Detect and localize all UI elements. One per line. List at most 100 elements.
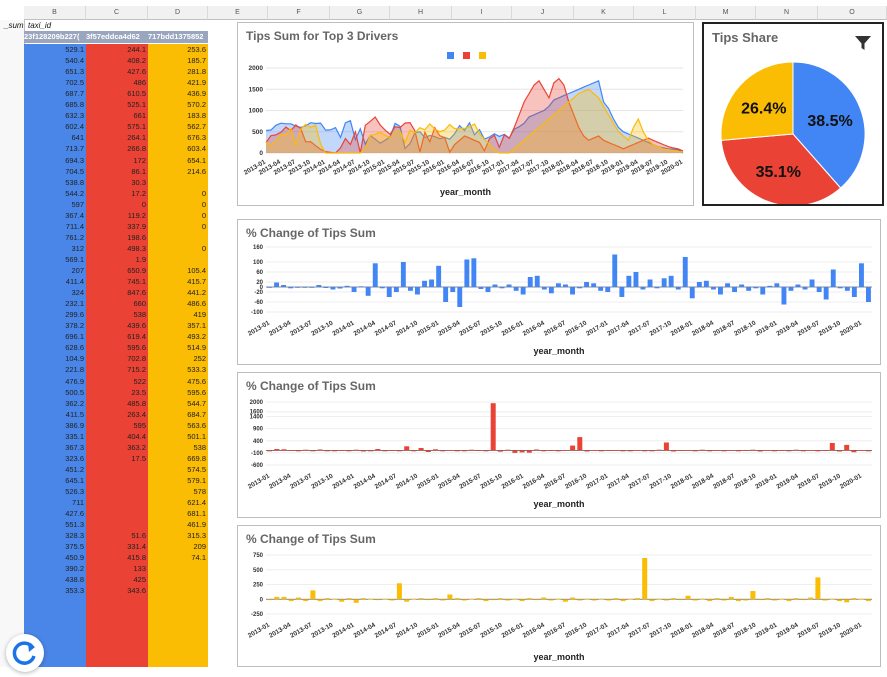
table-cell[interactable]: 570.2 <box>148 99 206 110</box>
column-letter-O[interactable]: O <box>818 6 887 20</box>
table-cell[interactable]: 198.6 <box>86 232 146 243</box>
table-cell[interactable]: 595 <box>86 420 146 431</box>
table-cell[interactable]: 266.8 <box>86 143 146 154</box>
table-cell[interactable]: 0 <box>148 199 206 210</box>
table-cell[interactable]: 221.8 <box>24 364 84 375</box>
table-cell[interactable]: 578 <box>148 486 206 497</box>
table-cell[interactable]: 681.1 <box>148 508 206 519</box>
table-cell[interactable] <box>86 464 146 475</box>
table-cell[interactable]: 264.1 <box>86 132 146 143</box>
table-cell[interactable]: 0 <box>148 221 206 232</box>
table-cell[interactable]: 847.6 <box>86 287 146 298</box>
column-letter-C[interactable]: C <box>86 6 148 20</box>
table-cell[interactable] <box>148 232 206 243</box>
column-letter-K[interactable]: K <box>574 6 634 20</box>
table-cell[interactable]: 415.7 <box>148 276 206 287</box>
table-cell[interactable]: 562.7 <box>148 121 206 132</box>
table-cell[interactable]: 367.4 <box>24 210 84 221</box>
table-cell[interactable]: 439.6 <box>86 320 146 331</box>
table-cell[interactable] <box>86 497 146 508</box>
table-cell[interactable]: 1.9 <box>86 254 146 265</box>
table-cell[interactable]: 450.9 <box>24 552 84 563</box>
table-cell[interactable]: 711.4 <box>24 221 84 232</box>
table-cell[interactable]: 641 <box>24 132 84 143</box>
table-cell[interactable]: 451.2 <box>24 464 84 475</box>
table-cell[interactable]: 408.2 <box>86 55 146 66</box>
table-cell[interactable]: 595.6 <box>86 342 146 353</box>
column-letter-L[interactable]: L <box>634 6 696 20</box>
column-letter-D[interactable]: D <box>148 6 208 20</box>
table-cell[interactable]: 335.1 <box>24 431 84 442</box>
table-cell[interactable]: 436.9 <box>148 88 206 99</box>
table-cell[interactable]: 575.1 <box>86 121 146 132</box>
table-cell[interactable]: 569.1 <box>24 254 84 265</box>
table-cell[interactable]: 498.3 <box>86 243 146 254</box>
table-cell[interactable]: 363.2 <box>86 442 146 453</box>
table-cell[interactable]: 337.9 <box>86 221 146 232</box>
table-cell[interactable]: 574.5 <box>148 464 206 475</box>
table-cell[interactable]: 602.4 <box>24 121 84 132</box>
table-cell[interactable]: 628.6 <box>24 342 84 353</box>
table-cell[interactable]: 522 <box>86 376 146 387</box>
table-cell[interactable]: 362.2 <box>24 398 84 409</box>
table-cell[interactable]: 563.6 <box>148 420 206 431</box>
table-cell[interactable]: 312 <box>24 243 84 254</box>
table-cell[interactable]: 711 <box>24 497 84 508</box>
driver-id-header-3[interactable]: 717bdd1375852 <box>148 31 208 43</box>
table-cell[interactable]: 74.1 <box>148 552 206 563</box>
table-cell[interactable]: 86.1 <box>86 166 146 177</box>
table-cell[interactable]: 357.1 <box>148 320 206 331</box>
pct-change-chart-driver1[interactable]: % Change of Tips Sum -100 -60 -20 0 20 60 100 1… <box>237 219 881 365</box>
table-cell[interactable]: 207 <box>24 265 84 276</box>
table-cell[interactable]: 214.6 <box>148 166 206 177</box>
table-cell[interactable]: 579.1 <box>148 475 206 486</box>
table-cell[interactable]: 651.3 <box>24 66 84 77</box>
table-cell[interactable]: 0 <box>148 188 206 199</box>
table-cell[interactable]: 632.3 <box>24 110 84 121</box>
table-cell[interactable]: 232.1 <box>24 298 84 309</box>
table-cell[interactable]: 538.8 <box>24 177 84 188</box>
column-letter-J[interactable]: J <box>512 6 574 20</box>
table-cell[interactable]: 696.1 <box>24 331 84 342</box>
table-cell[interactable]: 0 <box>86 199 146 210</box>
column-letter-B[interactable]: B <box>24 6 86 20</box>
table-cell[interactable]: 425 <box>86 574 146 585</box>
table-cell[interactable]: 375.5 <box>24 541 84 552</box>
table-cell[interactable]: 438.8 <box>24 574 84 585</box>
table-cell[interactable]: 595.6 <box>148 387 206 398</box>
table-cell[interactable]: 415.8 <box>86 552 146 563</box>
tips-sum-chart[interactable]: Tips Sum for Top 3 Drivers 0 500 1000 1500 2… <box>237 22 694 206</box>
table-cell[interactable]: 411.4 <box>24 276 84 287</box>
table-cell[interactable]: 501.1 <box>148 431 206 442</box>
table-cell[interactable]: 390.2 <box>24 563 84 574</box>
table-cell[interactable]: 694.3 <box>24 155 84 166</box>
table-cell[interactable]: 475.6 <box>148 376 206 387</box>
column-letter-M[interactable]: M <box>696 6 756 20</box>
table-cell[interactable]: 331.4 <box>86 541 146 552</box>
header-taxi-id[interactable]: taxi_id <box>28 20 51 31</box>
table-cell[interactable]: 419 <box>148 309 206 320</box>
table-cell[interactable]: 427.6 <box>86 66 146 77</box>
table-cell[interactable]: 378.2 <box>24 320 84 331</box>
table-cell[interactable] <box>148 177 206 188</box>
table-cell[interactable]: 209 <box>148 541 206 552</box>
table-cell[interactable] <box>148 254 206 265</box>
table-cell[interactable]: 514.9 <box>148 342 206 353</box>
column-letter-H[interactable]: H <box>390 6 452 20</box>
table-cell[interactable] <box>148 563 206 574</box>
column-letter-F[interactable]: F <box>268 6 330 20</box>
table-cell[interactable]: 715.2 <box>86 364 146 375</box>
table-cell[interactable] <box>148 585 206 596</box>
table-cell[interactable]: 386.9 <box>24 420 84 431</box>
table-cell[interactable]: 597 <box>24 199 84 210</box>
table-cell[interactable]: 476.9 <box>24 376 84 387</box>
table-cell[interactable]: 328.3 <box>24 530 84 541</box>
table-cell[interactable]: 702.8 <box>86 353 146 364</box>
table-cell[interactable]: 299.6 <box>24 309 84 320</box>
table-cell[interactable]: 421.9 <box>148 77 206 88</box>
table-cell[interactable]: 0 <box>148 243 206 254</box>
table-cell[interactable]: 525.1 <box>86 99 146 110</box>
table-cell[interactable] <box>86 486 146 497</box>
table-cell[interactable]: 660 <box>86 298 146 309</box>
table-cell[interactable]: 538 <box>86 309 146 320</box>
